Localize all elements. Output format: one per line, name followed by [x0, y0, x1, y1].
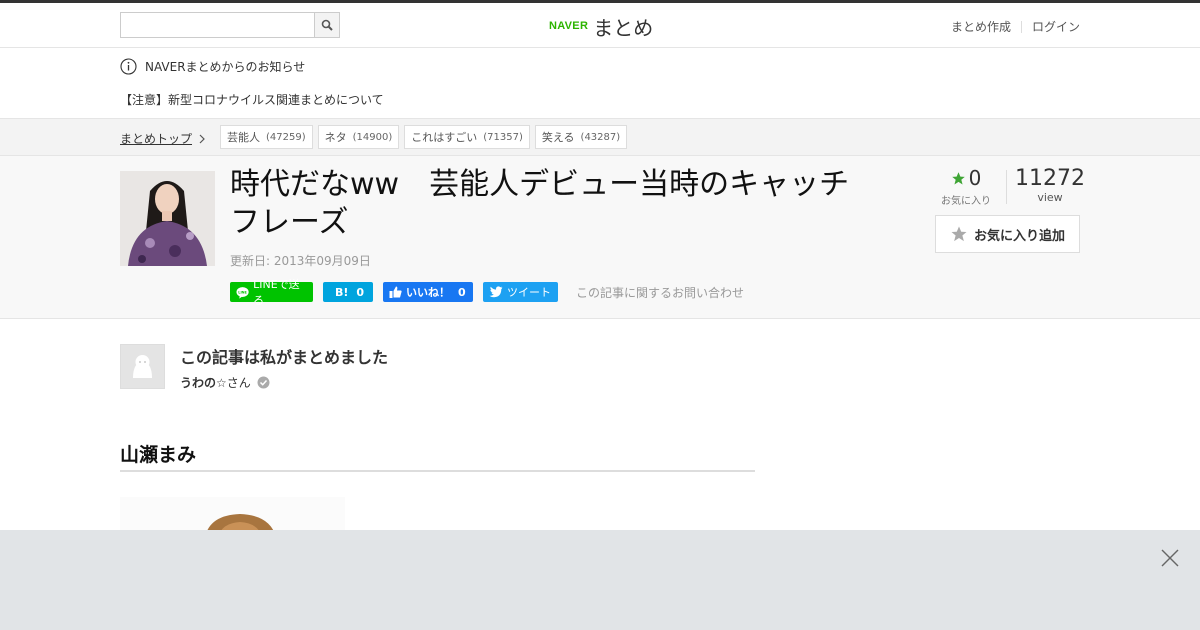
favorite-count-row: 0 — [936, 166, 996, 190]
tag-count: (47259) — [266, 131, 306, 143]
chevron-right-icon — [199, 134, 205, 143]
view-counter: 11272 view — [1015, 166, 1085, 204]
line-share-button[interactable]: LINE LINEで送る — [230, 278, 313, 307]
add-favorite-button[interactable]: お気に入り追加 — [935, 215, 1080, 253]
tag-item[interactable]: 芸能人 (47259) — [220, 125, 313, 149]
notice-title-row: NAVERまとめからのお知らせ — [120, 58, 305, 75]
link-divider — [1020, 20, 1022, 33]
tag-label: 芸能人 — [227, 131, 260, 144]
tag-count: (71357) — [483, 131, 523, 143]
share-buttons: LINE LINEで送る B! 0 いいね！ 0 ツイート この記事に関するお問… — [230, 278, 744, 307]
close-icon — [1161, 549, 1179, 567]
curator-name: うわの☆ — [180, 376, 227, 390]
curator-heading: この記事は私がまとめました — [180, 348, 389, 367]
tweet-label: ツイート — [507, 286, 551, 299]
login-link[interactable]: ログイン — [1032, 18, 1080, 35]
inquiry-link[interactable]: この記事に関するお問い合わせ — [576, 284, 744, 301]
notice-message-link[interactable]: 【注意】新型コロナウイルス関連まとめについて — [120, 91, 384, 108]
verified-check-icon — [257, 376, 270, 389]
hatena-icon: B! — [335, 285, 349, 299]
breadcrumb-home-link[interactable]: まとめトップ — [120, 130, 206, 147]
search-box — [120, 12, 340, 38]
view-label: view — [1037, 191, 1063, 204]
breadcrumb: まとめトップ 芸能人 (47259) ネタ (14900) これはすごい (71… — [0, 118, 1200, 156]
section-heading: 山瀬まみ — [120, 440, 755, 472]
tag-item[interactable]: 笑える (43287) — [534, 125, 628, 149]
magnifier-icon — [321, 19, 333, 31]
favorite-count: 0 — [968, 166, 982, 190]
notice-title: NAVERまとめからのお知らせ — [145, 60, 306, 74]
star-icon — [951, 171, 965, 184]
view-count: 11272 — [1015, 166, 1085, 191]
thumbs-up-icon — [389, 286, 402, 298]
search-button[interactable] — [314, 13, 339, 37]
facebook-like-button[interactable]: いいね！ 0 — [383, 282, 473, 302]
tag-list: 芸能人 (47259) ネタ (14900) これはすごい (71357) 笑え… — [220, 125, 628, 149]
tag-item[interactable]: これはすごい (71357) — [404, 125, 530, 149]
favorite-label: お気に入り — [941, 196, 991, 207]
tag-item[interactable]: ネタ (14900) — [317, 125, 400, 149]
counter-divider — [1006, 170, 1007, 204]
article-thumbnail[interactable] — [120, 171, 215, 266]
tag-label: 笑える — [541, 131, 575, 144]
person-photo — [120, 171, 215, 266]
tag-label: これはすごい — [411, 131, 478, 144]
tag-label: ネタ — [324, 131, 347, 144]
twitter-bird-icon — [489, 286, 503, 298]
top-bar: NAVER まとめ まとめ作成 ログイン — [0, 0, 1200, 48]
info-circle-icon — [120, 58, 137, 75]
favorite-counter: 0 お気に入り — [936, 166, 996, 207]
tag-count: (14900) — [352, 131, 393, 143]
notice-area: NAVERまとめからのお知らせ 【注意】新型コロナウイルス関連まとめについて — [0, 48, 1200, 118]
hatena-bookmark-button[interactable]: B! 0 — [323, 282, 373, 302]
curator-suffix: さん — [226, 376, 251, 390]
article-title: 時代だなww 芸能人デビュー当時のキャッチフレーズ — [230, 167, 850, 240]
updated-date: 更新日: 2013年09月09日 — [230, 254, 371, 268]
default-avatar-icon — [121, 345, 164, 388]
facebook-like-label: いいね！ — [406, 286, 450, 299]
facebook-like-count: 0 — [458, 285, 466, 299]
site-logo[interactable]: NAVER まとめ — [549, 11, 653, 41]
add-favorite-label: お気に入り追加 — [973, 228, 1065, 244]
article-header: 時代だなww 芸能人デビュー当時のキャッチフレーズ 更新日: 2013年09月0… — [0, 156, 1200, 319]
search-input[interactable] — [121, 13, 315, 37]
breadcrumb-home-label: まとめトップ — [120, 132, 193, 146]
line-icon: LINE — [236, 286, 249, 299]
line-share-label: LINEで送る — [253, 278, 300, 307]
tag-count: (43287) — [580, 131, 621, 143]
ad-close-button[interactable] — [1160, 548, 1180, 568]
star-outline-icon — [951, 226, 967, 242]
curator-avatar[interactable] — [120, 344, 165, 389]
ad-banner — [0, 530, 1200, 630]
tweet-button[interactable]: ツイート — [483, 282, 558, 302]
hatena-count: 0 — [356, 285, 365, 299]
svg-text:LINE: LINE — [238, 290, 247, 294]
curator-name-row[interactable]: うわの☆さん — [180, 374, 480, 391]
header-links: まとめ作成 ログイン — [951, 18, 1080, 35]
create-matome-link[interactable]: まとめ作成 — [951, 18, 1011, 35]
logo-brand: NAVER — [549, 20, 589, 32]
logo-name: まとめ — [593, 15, 654, 40]
